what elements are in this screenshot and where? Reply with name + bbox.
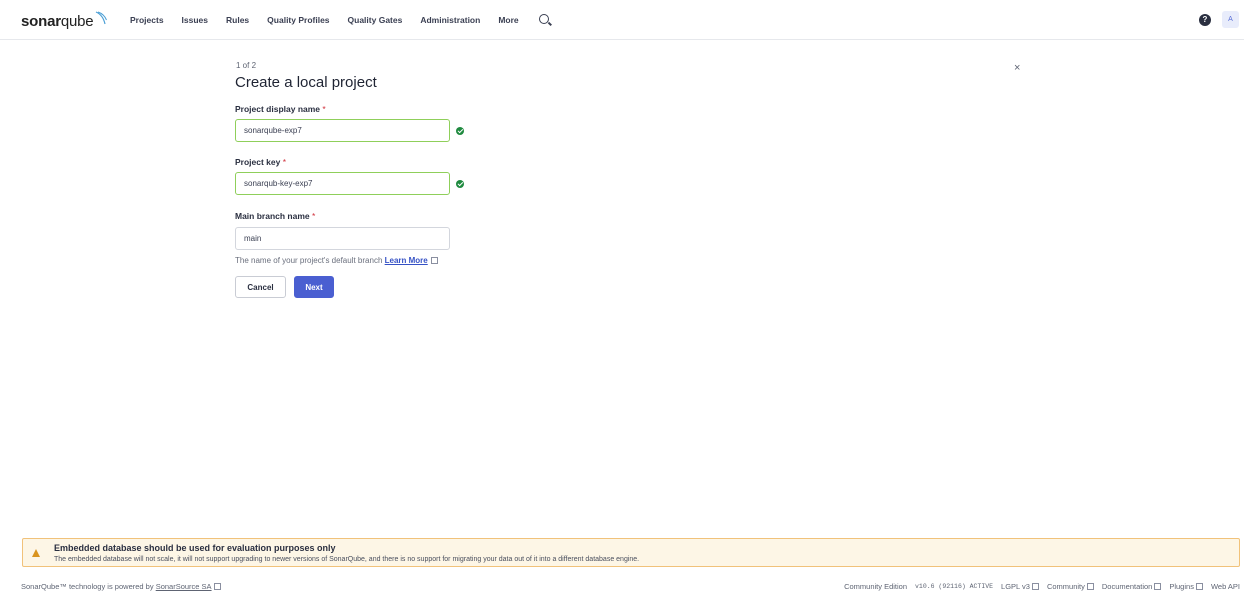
footer-version: v10.6 (92116) ACTIVE	[915, 583, 994, 590]
display-name-label: Project display name *	[235, 104, 326, 114]
main-branch-name-input[interactable]	[235, 227, 450, 250]
required-mark: *	[312, 211, 316, 221]
display-name-label-text: Project display name	[235, 104, 321, 114]
nav-administration[interactable]: Administration	[420, 15, 480, 25]
external-link-icon	[1031, 583, 1039, 590]
valid-check-icon	[456, 127, 464, 135]
nav-more[interactable]: More	[498, 15, 518, 25]
valid-check-icon	[456, 180, 464, 188]
nav-rules[interactable]: Rules	[226, 15, 249, 25]
footer-plugins-link[interactable]: Plugins	[1169, 582, 1203, 591]
external-link-icon	[1086, 583, 1094, 590]
logo-text-bold: sonar	[21, 12, 61, 30]
banner-text: The embedded database will not scale, it…	[54, 556, 640, 563]
banner-title: Embedded database should be used for eva…	[54, 543, 336, 553]
main-nav: Projects Issues Rules Quality Profiles Q…	[130, 0, 549, 40]
footer-links: Community Edition v10.6 (92116) ACTIVE L…	[844, 582, 1240, 591]
logo-waves-icon	[96, 11, 108, 25]
project-display-name-input[interactable]	[235, 119, 450, 142]
next-button[interactable]: Next	[294, 276, 334, 298]
close-icon[interactable]: ×	[1014, 62, 1020, 74]
branch-helper-text: The name of your project's default branc…	[235, 256, 438, 265]
license-text: LGPL v3	[1001, 582, 1030, 591]
powered-text: SonarQube™ technology is powered by	[21, 582, 154, 591]
footer-community-link[interactable]: Community	[1047, 582, 1094, 591]
project-key-label-text: Project key	[235, 157, 281, 167]
footer-web-api-link[interactable]: Web API	[1211, 582, 1240, 591]
nav-quality-gates[interactable]: Quality Gates	[348, 15, 403, 25]
project-key-input[interactable]	[235, 172, 450, 195]
top-navbar: sonar qube Projects Issues Rules Quality …	[0, 0, 1244, 40]
external-link-icon	[1154, 583, 1162, 590]
footer-edition: Community Edition	[844, 582, 908, 591]
warning-icon	[32, 549, 40, 557]
project-key-label: Project key *	[235, 157, 286, 167]
branch-name-label: Main branch name *	[235, 211, 315, 221]
external-link-icon	[1195, 583, 1203, 590]
branch-name-label-text: Main branch name	[235, 211, 310, 221]
plugins-text: Plugins	[1169, 582, 1194, 591]
avatar[interactable]: A	[1222, 11, 1239, 28]
cancel-button[interactable]: Cancel	[235, 276, 286, 298]
footer-license-link[interactable]: LGPL v3	[1001, 582, 1039, 591]
community-text: Community	[1046, 582, 1085, 591]
page-title: Create a local project	[235, 74, 377, 91]
step-indicator: 1 of 2	[236, 61, 257, 70]
search-icon[interactable]	[538, 14, 549, 24]
nav-projects[interactable]: Projects	[130, 15, 164, 25]
nav-issues[interactable]: Issues	[182, 15, 208, 25]
footer-powered-by: SonarQube™ technology is powered by Sona…	[21, 582, 221, 591]
helper-text: The name of your project's default branc…	[235, 256, 383, 265]
sonarqube-logo[interactable]: sonar qube	[21, 11, 108, 30]
nav-quality-profiles[interactable]: Quality Profiles	[267, 15, 329, 25]
sonarsource-link[interactable]: SonarSource SA	[156, 582, 212, 591]
learn-more-link[interactable]: Learn More	[385, 256, 428, 265]
logo-text-light: qube	[60, 12, 94, 30]
documentation-text: Documentation	[1101, 582, 1153, 591]
required-mark: *	[282, 157, 287, 167]
help-icon[interactable]: ?	[1199, 14, 1211, 26]
external-link-icon	[430, 257, 438, 264]
external-link-icon	[213, 583, 221, 590]
required-mark: *	[322, 104, 326, 114]
footer-documentation-link[interactable]: Documentation	[1101, 582, 1162, 591]
embedded-db-warning-banner: Embedded database should be used for eva…	[22, 538, 1240, 567]
